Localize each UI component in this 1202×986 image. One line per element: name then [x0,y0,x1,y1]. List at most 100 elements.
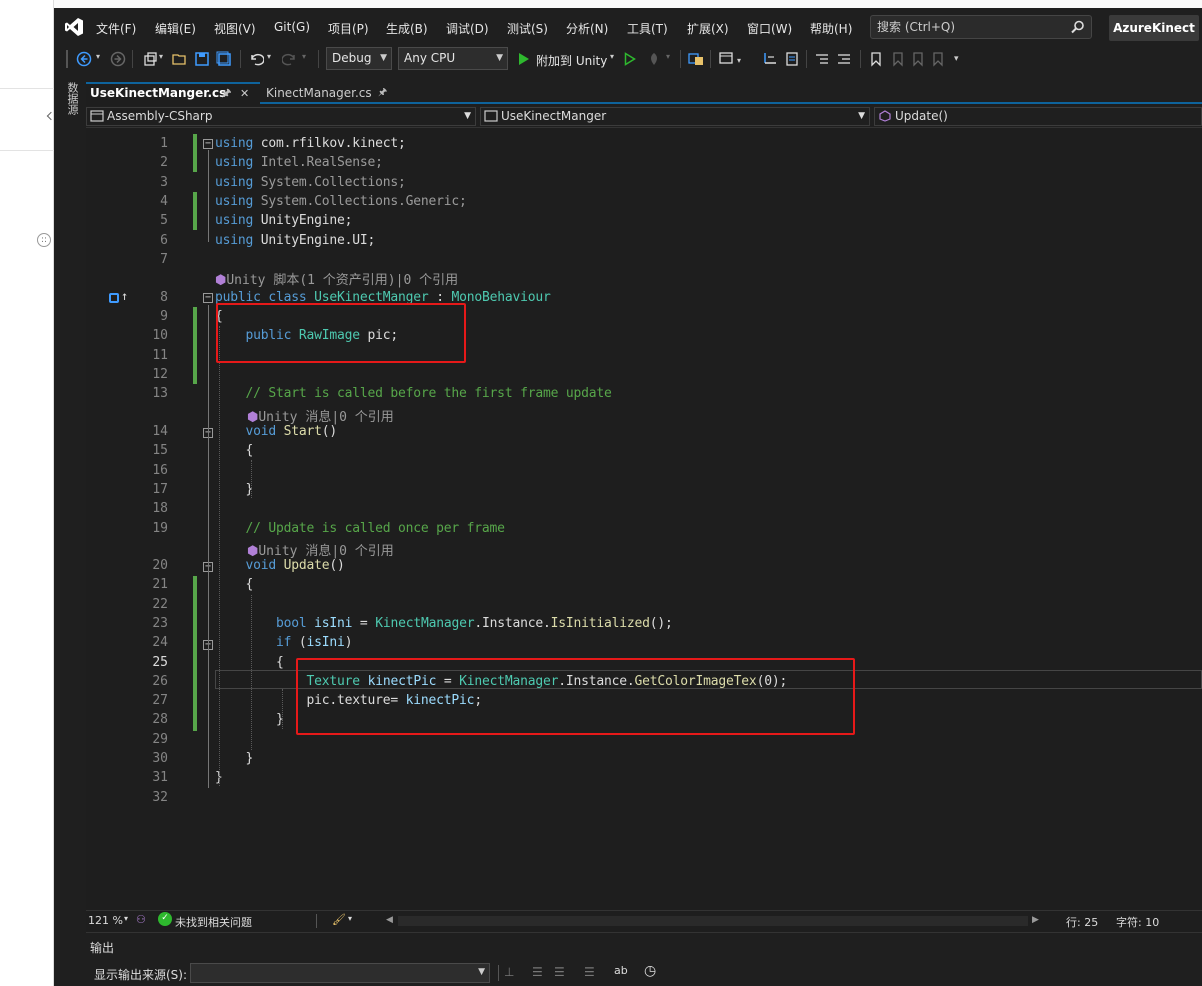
member-dropdown[interactable]: Update() [874,107,1202,126]
step-into-icon[interactable] [762,51,778,67]
toolbar-overflow-icon[interactable]: ▾ [954,54,959,64]
pin-icon[interactable]: 🖈 [378,82,387,104]
previous-message-icon[interactable]: ☰ [532,965,543,979]
class-dropdown[interactable]: UseKinectManger ▼ [480,107,870,126]
hot-reload-icon[interactable] [646,51,662,67]
next-message-icon[interactable]: ☰ [554,965,565,979]
zoom-level[interactable]: 121 % [88,914,123,927]
code-line[interactable]: using System.Collections.Generic; [215,192,467,211]
menu-extensions[interactable]: 扩展(X) [687,20,729,37]
undo-icon[interactable] [248,51,264,67]
window-layout-icon[interactable] [718,51,734,67]
collapse-icon[interactable]: − [203,139,213,149]
menu-file[interactable]: 文件(F) [96,20,136,37]
play-icon[interactable] [518,52,530,66]
code-lens-class[interactable]: ⬢Unity 脚本(1 个资产引用)|0 个引用 [215,272,458,289]
code-line[interactable]: using UnityEngine; [215,211,352,230]
code-editor[interactable]: 1 2 3 4 5 6 7 8 9 10 11 12 13 14 15 16 17 18 19 20 21 22 23 24 2… [86,128,1202,910]
issues-status[interactable]: 未找到相关问题 [175,914,252,930]
code-line[interactable]: { [215,441,254,460]
output-source-dropdown[interactable]: ▼ [190,963,490,983]
data-source-tab[interactable]: 数据源 [62,82,80,115]
menu-debug[interactable]: 调试(D) [446,20,489,37]
save-icon[interactable] [194,51,210,67]
chevron-down-icon[interactable]: ▾ [124,914,128,923]
pin-icon[interactable]: 🖈 [222,84,231,103]
implements-icon[interactable] [109,293,119,303]
menu-analyze[interactable]: 分析(N) [566,20,608,37]
menu-view[interactable]: 视图(V) [214,20,256,37]
code-line[interactable]: using System.Collections; [215,173,406,192]
clear-all-icon[interactable]: ☰ [584,965,595,979]
tab-usekinectmanger[interactable]: UseKinectManger.cs 🖈 ✕ [86,82,260,104]
code-line[interactable]: } [215,480,254,499]
find-message-icon[interactable]: ⊥ [504,965,514,979]
menu-project[interactable]: 项目(P) [328,20,369,37]
code-line[interactable]: using Intel.RealSense; [215,153,383,172]
arrow-up-icon[interactable]: ↑ [121,289,128,303]
horizontal-scrollbar[interactable] [398,916,1028,926]
code-line[interactable]: } [215,710,284,729]
line-indicator[interactable]: 行: 25 [1066,914,1098,930]
menu-edit[interactable]: 编辑(E) [155,20,196,37]
chevron-down-icon[interactable]: ▾ [96,52,100,61]
copilot-icon[interactable]: ⚇ [136,913,146,926]
code-lens-start[interactable]: ⬢Unity 消息|0 个引用 [247,409,394,426]
code-line[interactable]: bool isIni = KinectManager.Instance.IsIn… [215,614,673,633]
code-line[interactable]: // Update is called once per frame [215,519,506,538]
next-bookmark-icon[interactable] [910,51,926,67]
code-line[interactable]: { [215,653,284,672]
word-wrap-icon[interactable]: ab [614,964,628,977]
code-line[interactable]: // Start is called before the first fram… [215,384,612,403]
save-all-icon[interactable] [216,51,232,67]
chevron-down-icon[interactable]: ▾ [737,56,741,65]
previous-bookmark-icon[interactable] [890,51,906,67]
code-line[interactable]: using UnityEngine.UI; [215,231,375,250]
close-icon[interactable]: ✕ [240,84,249,103]
chevron-down-icon[interactable]: ▾ [610,52,614,61]
chevron-down-icon[interactable]: ▾ [302,52,306,61]
new-project-icon[interactable] [142,51,158,67]
project-dropdown[interactable]: Assembly-CSharp ▼ [86,107,476,126]
scroll-right-icon[interactable]: ▶ [1032,915,1039,925]
search-icon[interactable] [1071,20,1085,34]
code-line[interactable]: } [215,749,254,768]
code-line[interactable]: using com.rfilkov.kinect; [215,134,406,153]
clock-icon[interactable]: ◷ [644,963,656,979]
open-file-icon[interactable] [172,51,188,67]
solution-explorer-icon[interactable] [688,51,704,67]
code-cleanup-icon[interactable]: 🖌 [332,913,346,926]
code-line[interactable]: if (isIni) [215,633,353,652]
output-panel-title[interactable]: 输出 [90,939,114,956]
comment-lines-icon[interactable] [814,51,830,67]
chevron-down-icon[interactable]: ▾ [666,52,670,61]
chevron-down-icon[interactable]: ▾ [348,914,352,923]
attach-to-unity-button[interactable]: 附加到 Unity [536,52,607,69]
chevron-down-icon[interactable]: ▾ [159,52,163,61]
tab-kinectmanager[interactable]: KinectManager.cs 🖈 [262,82,414,104]
menu-window[interactable]: 窗口(W) [747,20,792,37]
solution-configuration-dropdown[interactable]: Debug ▼ [326,47,392,70]
redo-icon[interactable] [282,51,298,67]
chevron-down-icon[interactable]: ▾ [267,52,271,61]
menu-help[interactable]: 帮助(H) [810,20,852,37]
solution-name[interactable]: AzureKinect [1109,15,1199,41]
menu-git[interactable]: Git(G) [274,20,310,34]
more-options-icon[interactable]: :: [37,233,51,247]
scroll-left-icon[interactable]: ◀ [386,915,393,925]
menu-build[interactable]: 生成(B) [386,20,428,37]
collapse-icon[interactable]: − [203,293,213,303]
bookmark-icon[interactable] [868,51,884,67]
clear-bookmarks-icon[interactable] [930,51,946,67]
column-indicator[interactable]: 字符: 10 [1116,914,1159,930]
navigate-back-icon[interactable] [76,51,92,67]
navigate-forward-icon[interactable] [110,51,126,67]
document-outline-icon[interactable] [784,51,800,67]
code-line[interactable]: { [215,575,254,594]
menu-test[interactable]: 测试(S) [507,20,548,37]
solution-platform-dropdown[interactable]: Any CPU ▼ [398,47,508,70]
uncomment-lines-icon[interactable] [836,51,852,67]
menu-tools[interactable]: 工具(T) [627,20,668,37]
start-without-debugging-icon[interactable] [624,52,636,66]
code-lens-update[interactable]: ⬢Unity 消息|0 个引用 [247,543,394,560]
